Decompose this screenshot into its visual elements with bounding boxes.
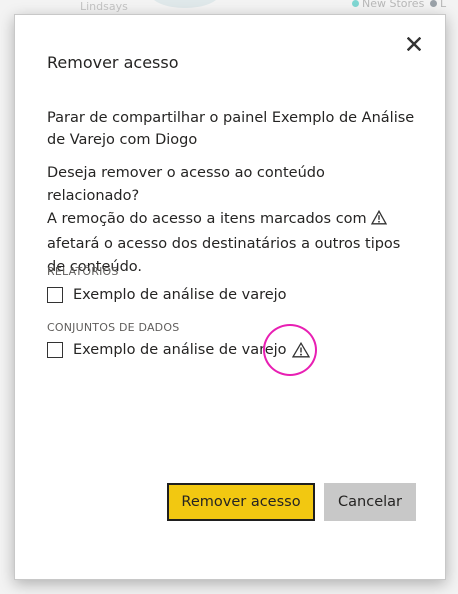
- question-block: Deseja remover o acesso ao conteúdo rela…: [47, 162, 417, 279]
- report-item-label: Exemplo de análise de varejo: [73, 287, 287, 303]
- dataset-item-checkbox[interactable]: [47, 342, 63, 358]
- background-chart: [150, 0, 220, 8]
- report-item[interactable]: Exemplo de análise de varejo: [47, 285, 287, 305]
- report-item-checkbox[interactable]: [47, 287, 63, 303]
- legend-label: New Stores: [362, 0, 425, 10]
- background-label: Lindsays: [80, 0, 128, 13]
- remove-access-button[interactable]: Remover acesso: [167, 483, 315, 521]
- section-label-reports: RELATÓRIOS: [47, 265, 119, 278]
- remove-access-dialog: Remover acesso Parar de compartilhar o p…: [14, 14, 446, 580]
- close-button[interactable]: [403, 33, 425, 55]
- warning-icon: [371, 209, 388, 233]
- question-text: Deseja remover o acesso ao conteúdo rela…: [47, 165, 325, 204]
- note-text-before: A remoção do acesso a itens marcados com: [47, 211, 367, 227]
- close-icon: [407, 37, 421, 51]
- highlight-circle: [263, 324, 317, 376]
- section-label-datasets: CONJUNTOS DE DADOS: [47, 321, 180, 334]
- cancel-button[interactable]: Cancelar: [324, 483, 416, 521]
- legend-dot: [352, 0, 359, 7]
- dialog-title: Remover acesso: [47, 53, 179, 72]
- legend-label: L: [440, 0, 447, 10]
- dataset-item-label: Exemplo de análise de varejo: [73, 342, 287, 358]
- intro-text: Parar de compartilhar o painel Exemplo d…: [47, 110, 415, 148]
- legend-dot: [430, 0, 437, 7]
